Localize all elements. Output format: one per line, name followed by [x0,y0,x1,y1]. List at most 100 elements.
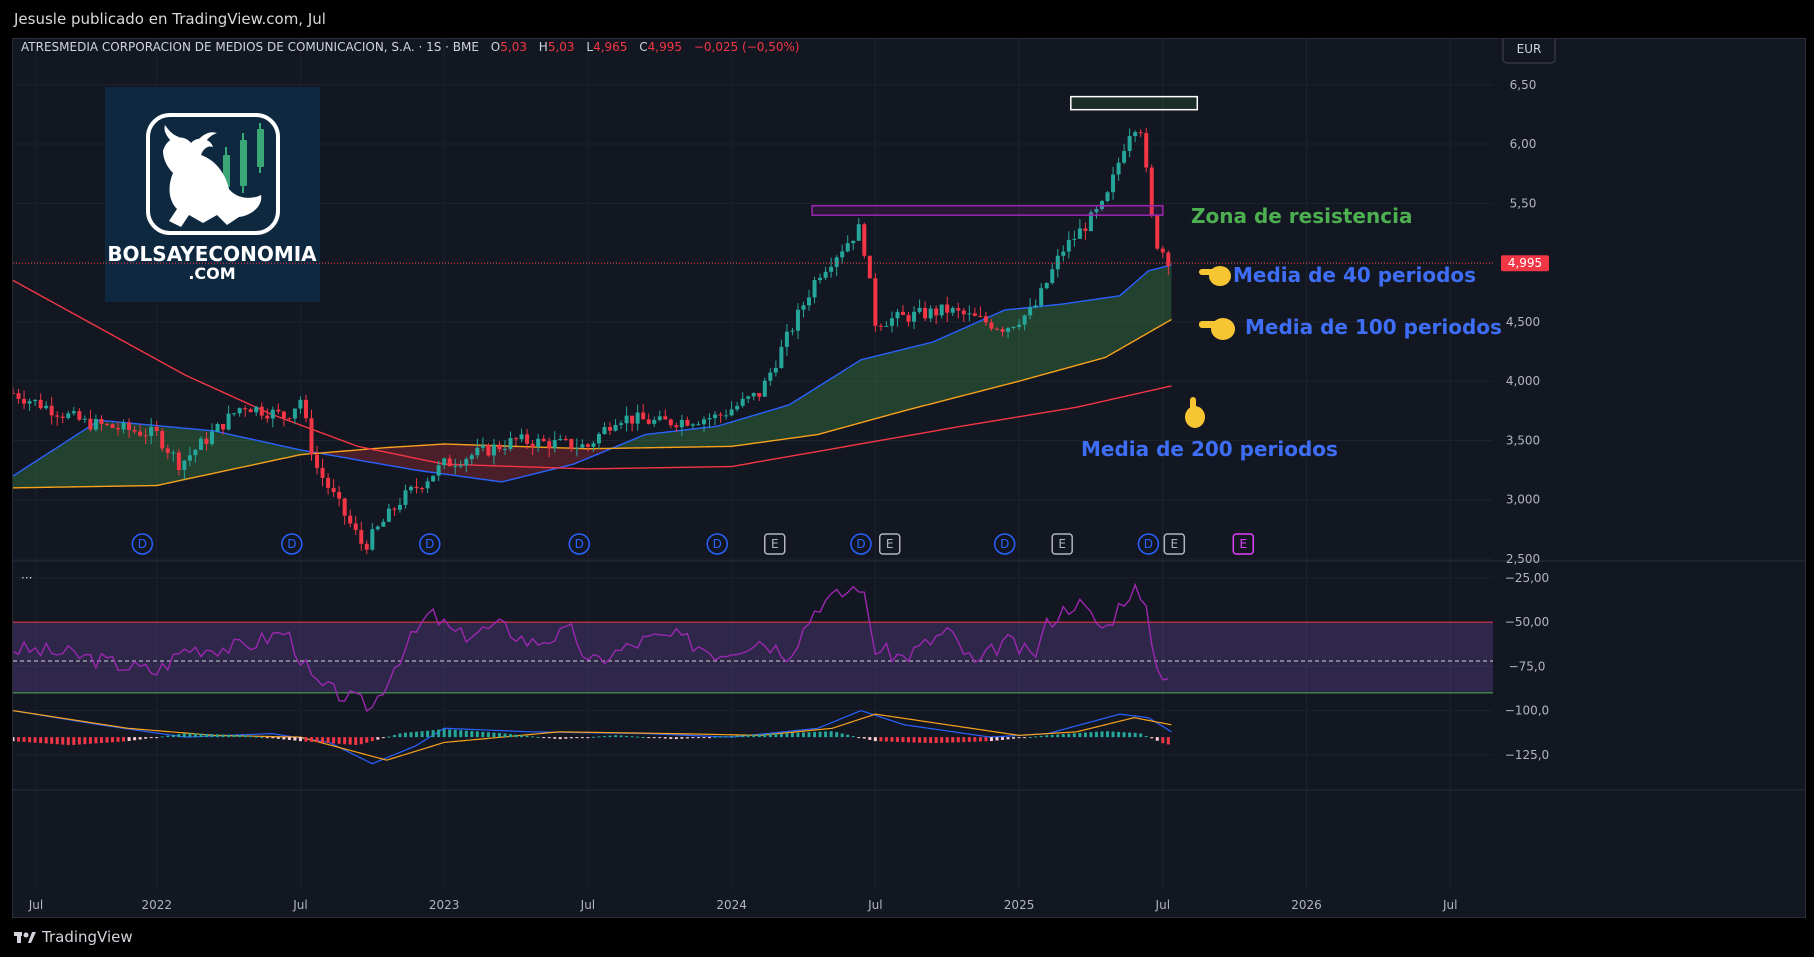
macd-histogram-bar [619,735,623,738]
currency-button[interactable]: EUR [1502,39,1556,64]
candle-body [829,266,834,272]
macd-histogram-bar [597,736,601,738]
candle-body [171,452,176,454]
candle-body [381,521,386,527]
macd-histogram-bar [591,736,595,738]
candle-body [104,423,109,425]
candle-body [912,311,917,322]
candle-body [88,418,93,430]
macd-histogram-bar [1017,737,1021,739]
candle-body [303,399,308,419]
candle-body [204,438,209,444]
candle-body [237,408,242,414]
candle-body [397,504,402,510]
macd-histogram-bar [437,729,441,738]
symbol-legend[interactable]: ATRESMEDIA CORPORACION DE MEDIOS DE COMU… [21,40,800,54]
candle-body [370,529,375,550]
candle-body [884,325,889,327]
candle-body [298,399,303,409]
dividend-marker-label: D [425,537,434,551]
last-price-label: 4,995 [1508,256,1542,270]
macd-histogram-bar [525,735,529,738]
candle-body [1133,132,1138,137]
macd-histogram-bar [945,737,949,743]
candle-body [1116,162,1121,175]
macd-histogram-bar [696,737,700,739]
candle-body [1006,328,1011,332]
open-label: O [491,40,500,54]
macd-histogram-bar [216,734,220,738]
macd-histogram-bar [1006,737,1010,740]
candle-body [1022,315,1027,325]
macd-histogram-bar [907,737,911,743]
dividend-marker-label: D [287,537,296,551]
macd-histogram-bar [182,733,186,738]
candle-body [795,309,800,331]
macd-histogram-bar [608,735,612,738]
candle-body [591,443,596,447]
candle-body [502,448,507,450]
candle-body [1061,251,1066,256]
candle-body [458,465,463,467]
candle-body [652,420,657,424]
candle-body [928,308,933,319]
annotation-ma200: Media de 200 periodos [1081,437,1338,461]
price-axis[interactable]: 6,506,005,505,004,5004,0003,5003,0002,50… [1506,78,1540,566]
macd-histogram-bar [895,737,899,742]
macd-histogram-bar [365,737,369,743]
macd-histogram-bar [962,737,966,743]
candle-body [961,310,966,315]
macd-histogram-bar [575,737,579,739]
time-tick-label: 2025 [1004,898,1035,912]
oscillator-tick-label: −25,00 [1505,571,1549,585]
macd-histogram-bar [586,737,590,739]
macd-histogram-bar [188,733,192,738]
macd-histogram-bar [88,737,92,744]
macd-histogram-bar [890,737,894,742]
candle-body [1166,252,1171,266]
candle-body [724,415,729,417]
candle-body [1000,329,1005,332]
price-tick-label: 6,00 [1510,137,1537,151]
candle-body [707,418,712,420]
macd-histogram-bar [520,735,524,738]
candle-body [82,418,87,420]
macd-histogram-bar [1078,732,1082,738]
candle-body [807,297,812,306]
macd-histogram-bar [564,737,568,739]
macd-histogram-bar [818,731,822,738]
candle-body [442,458,447,466]
candle-body [409,486,414,491]
candle-body [359,530,364,544]
macd-histogram-bar [824,731,828,738]
candle-body [574,447,579,449]
macd-histogram-bar [708,737,712,739]
chart-canvas[interactable]: BOLSAYECONOMIA .COM D D D D D E D E D E D E E ATRESM… [13,39,1805,917]
candle-body [889,318,894,326]
candle-body [1083,228,1088,231]
macd-histogram-bar [83,737,87,745]
tradingview-brand[interactable]: TradingView [14,928,133,946]
price-tick-label: 3,000 [1506,493,1540,507]
macd-histogram-bar [934,737,938,744]
macd-histogram-bar [127,737,131,741]
time-tick-label: Jul [867,898,882,912]
candle-body [1033,305,1038,308]
candle-body [243,408,248,410]
candle-body [315,454,320,468]
candle-body [165,448,170,453]
candle-body [1144,133,1149,168]
macd-histogram-bar [531,736,535,738]
candle-body [1127,136,1132,151]
candle-body [182,460,187,471]
macd-histogram-bar [995,737,999,741]
macd-histogram-bar [431,730,435,738]
candle-body [685,419,690,426]
candle-body [983,316,988,323]
macd-histogram-bar [503,733,507,738]
macd-histogram-bar [193,733,197,738]
macd-histogram-bar [359,737,363,745]
macd-histogram-bar [840,733,844,738]
macd-histogram-bar [807,732,811,738]
oscillator-menu-icon[interactable]: ··· [21,571,32,585]
